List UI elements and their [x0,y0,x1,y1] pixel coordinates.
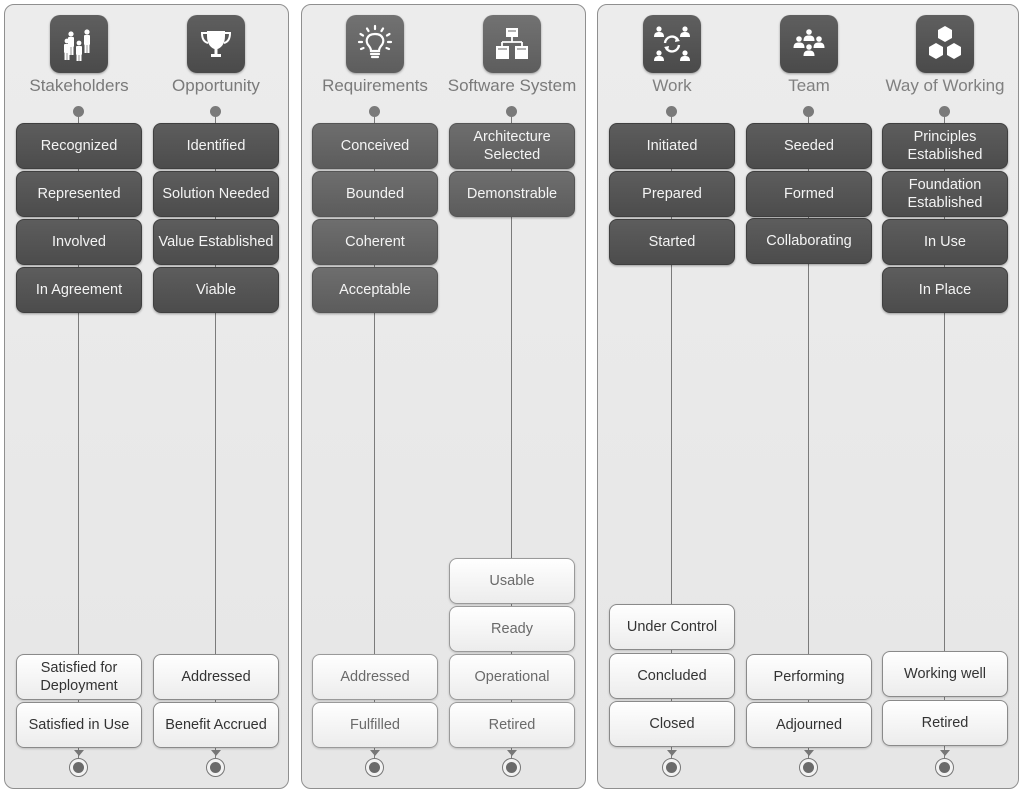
alpha-way-of-working: Way of Working Principles Established Fo… [882,1,1008,795]
state-principles-established[interactable]: Principles Established [882,123,1008,169]
alpha-title: Software System [447,76,577,95]
state-represented[interactable]: Represented [16,171,142,217]
lightbulb-icon [357,24,393,59]
state-addressed[interactable]: Addressed [312,654,438,700]
alpha-icon-tile[interactable] [916,15,974,73]
state-demonstrable[interactable]: Demonstrable [449,171,575,217]
end-node [935,758,954,777]
alpha-icon-tile[interactable] [780,15,838,73]
trophy-icon [200,31,232,57]
alpha-icon-tile[interactable] [346,15,404,73]
state-in-use[interactable]: In Use [882,219,1008,265]
state-concluded[interactable]: Concluded [609,653,735,699]
alpha-work: Work Initiated Prepared Started Under Co… [609,1,735,795]
state-fulfilled[interactable]: Fulfilled [312,702,438,748]
state-addressed[interactable]: Addressed [153,654,279,700]
alpha-title: Way of Working [885,76,1005,95]
panel-solution: Requirements Conceived Bounded Coherent … [301,4,586,789]
alpha-team: Team Seeded Formed Collaborating Perform… [746,1,872,795]
state-in-agreement[interactable]: In Agreement [16,267,142,313]
end-node [206,758,225,777]
state-retired[interactable]: Retired [449,702,575,748]
alpha-title: Opportunity [172,76,260,95]
state-operational[interactable]: Operational [449,654,575,700]
state-coherent[interactable]: Coherent [312,219,438,265]
team-icon [793,29,825,56]
state-value-established[interactable]: Value Established [153,219,279,265]
state-started[interactable]: Started [609,219,735,265]
state-retired[interactable]: Retired [882,700,1008,746]
alpha-opportunity: Opportunity Identified Solution Needed V… [153,1,279,795]
state-usable[interactable]: Usable [449,558,575,604]
state-seeded[interactable]: Seeded [746,123,872,169]
arrow-head [74,750,84,756]
end-node [365,758,384,777]
state-closed[interactable]: Closed [609,701,735,747]
state-involved[interactable]: Involved [16,219,142,265]
state-collaborating[interactable]: Collaborating [746,218,872,264]
hierarchy-icon [496,28,528,59]
state-architecture-selected[interactable]: Architecture Selected [449,123,575,169]
state-formed[interactable]: Formed [746,171,872,217]
alpha-icon-tile[interactable] [643,15,701,73]
alpha-requirements: Requirements Conceived Bounded Coherent … [312,1,438,795]
end-node [662,758,681,777]
state-adjourned[interactable]: Adjourned [746,702,872,748]
state-ready[interactable]: Ready [449,606,575,652]
state-prepared[interactable]: Prepared [609,171,735,217]
state-in-place[interactable]: In Place [882,267,1008,313]
arrow-head [804,750,814,756]
state-satisfied-in-use[interactable]: Satisfied in Use [16,702,142,748]
state-under-control[interactable]: Under Control [609,604,735,650]
end-node [502,758,521,777]
state-foundation-established[interactable]: Foundation Established [882,171,1008,217]
state-performing[interactable]: Performing [746,654,872,700]
alpha-software-system: Software System Architecture Selected De… [448,1,576,795]
state-acceptable[interactable]: Acceptable [312,267,438,313]
end-node [799,758,818,777]
alpha-icon-tile[interactable] [50,15,108,73]
state-benefit-accrued[interactable]: Benefit Accrued [153,702,279,748]
state-initiated[interactable]: Initiated [609,123,735,169]
alpha-icon-tile[interactable] [187,15,245,73]
arrow-head [507,750,517,756]
alpha-stakeholders: Stakeholders Recognized Represented Invo… [16,1,142,795]
arrow-head [940,750,950,756]
state-conceived[interactable]: Conceived [312,123,438,169]
state-identified[interactable]: Identified [153,123,279,169]
state-viable[interactable]: Viable [153,267,279,313]
alpha-icon-tile[interactable] [483,15,541,73]
panel-endeavor: Work Initiated Prepared Started Under Co… [597,4,1019,789]
work-cycle-icon [654,26,690,61]
state-satisfied-for-deployment[interactable]: Satisfied for Deployment [16,654,142,700]
state-working-well[interactable]: Working well [882,651,1008,697]
hexagons-icon [929,26,961,59]
end-node [69,758,88,777]
panel-customer: Stakeholders Recognized Represented Invo… [4,4,289,789]
state-solution-needed[interactable]: Solution Needed [153,171,279,217]
arrow-head [667,750,677,756]
stakeholders-group-icon [64,29,90,61]
arrow-head [211,750,221,756]
arrow-head [370,750,380,756]
state-recognized[interactable]: Recognized [16,123,142,169]
state-bounded[interactable]: Bounded [312,171,438,217]
